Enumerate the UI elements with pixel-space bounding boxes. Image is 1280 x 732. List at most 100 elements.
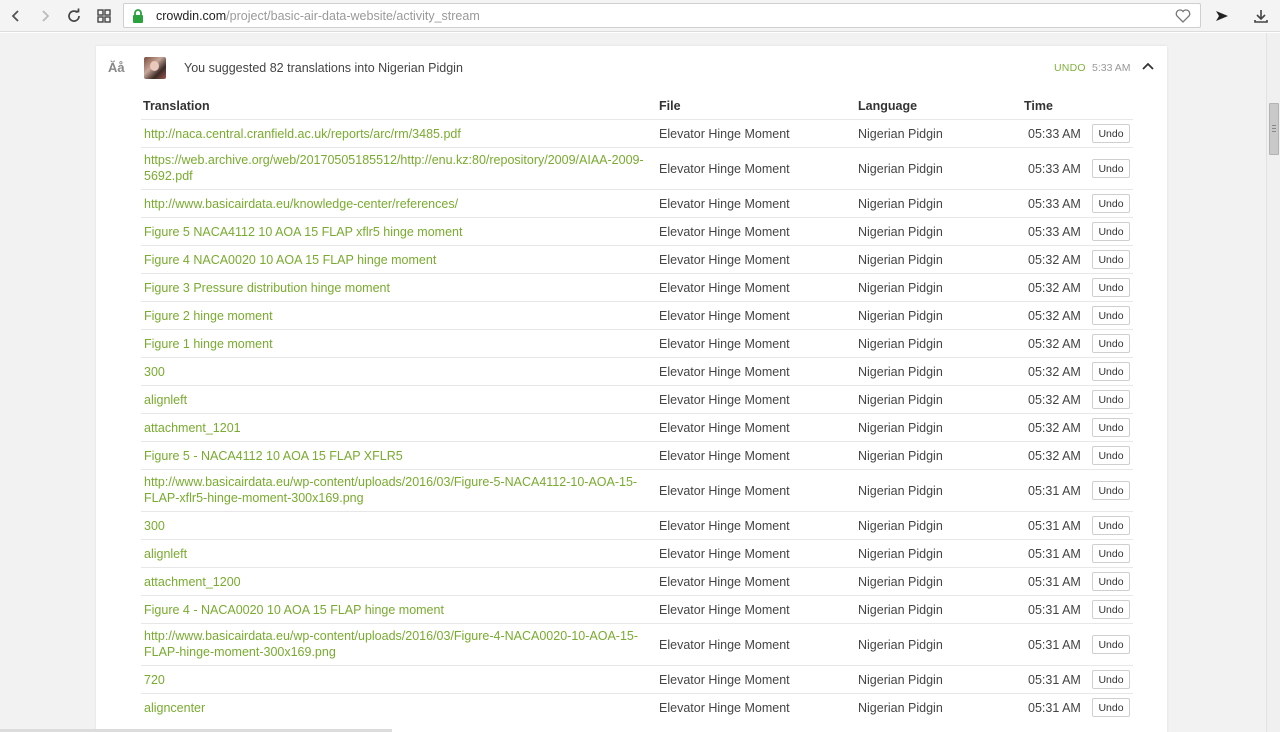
undo-button[interactable]: Undo xyxy=(1092,334,1130,353)
translation-link[interactable]: Figure 2 hinge moment xyxy=(144,308,644,324)
translation-icon: Ăå xyxy=(108,60,125,75)
language-cell: Nigerian Pidgin xyxy=(858,638,943,652)
language-cell: Nigerian Pidgin xyxy=(858,197,943,211)
file-cell: Elevator Hinge Moment xyxy=(659,701,790,715)
avatar xyxy=(144,57,166,79)
lock-icon xyxy=(133,9,143,23)
undo-button[interactable]: Undo xyxy=(1092,159,1130,178)
table-row: 300 Elevator Hinge Moment Nigerian Pidgin 0… xyxy=(141,357,1133,385)
translation-link[interactable]: Figure 5 - NACA4112 10 AOA 15 FLAP XFLR5 xyxy=(144,448,644,464)
translation-link[interactable]: Figure 4 NACA0020 10 AOA 15 FLAP hinge m… xyxy=(144,252,644,268)
file-cell: Elevator Hinge Moment xyxy=(659,197,790,211)
heart-icon[interactable] xyxy=(1174,7,1192,25)
translation-link[interactable]: http://naca.central.cranfield.ac.uk/repo… xyxy=(144,126,644,142)
translation-link[interactable]: 300 xyxy=(144,518,644,534)
time-cell: 05:32 AM xyxy=(1028,281,1081,295)
table-row: http://naca.central.cranfield.ac.uk/repo… xyxy=(141,119,1133,147)
undo-button[interactable]: Undo xyxy=(1092,362,1130,381)
translation-link[interactable]: Figure 1 hinge moment xyxy=(144,336,644,352)
translation-link[interactable]: attachment_1200 xyxy=(144,574,644,590)
undo-button[interactable]: Undo xyxy=(1092,572,1130,591)
table-row: Figure 5 NACA4112 10 AOA 15 FLAP xflr5 h… xyxy=(141,217,1133,245)
col-header-translation: Translation xyxy=(143,99,210,113)
vertical-scrollbar[interactable] xyxy=(1266,33,1280,732)
file-cell: Elevator Hinge Moment xyxy=(659,484,790,498)
scrollbar-thumb[interactable] xyxy=(1269,103,1279,155)
undo-button[interactable]: Undo xyxy=(1092,516,1130,535)
time-cell: 05:31 AM xyxy=(1028,603,1081,617)
time-cell: 05:32 AM xyxy=(1028,449,1081,463)
reload-icon[interactable] xyxy=(62,4,86,28)
time-cell: 05:33 AM xyxy=(1028,127,1081,141)
time-cell: 05:33 AM xyxy=(1028,197,1081,211)
undo-button[interactable]: Undo xyxy=(1092,418,1130,437)
language-cell: Nigerian Pidgin xyxy=(858,519,943,533)
file-cell: Elevator Hinge Moment xyxy=(659,337,790,351)
back-icon[interactable] xyxy=(4,4,28,28)
file-cell: Elevator Hinge Moment xyxy=(659,575,790,589)
table-row: http://www.basicairdata.eu/wp-content/up… xyxy=(141,623,1133,665)
language-cell: Nigerian Pidgin xyxy=(858,337,943,351)
undo-button[interactable]: Undo xyxy=(1092,600,1130,619)
language-cell: Nigerian Pidgin xyxy=(858,421,943,435)
browser-toolbar: crowdin.com/project/basic-air-data-websi… xyxy=(0,0,1280,32)
undo-button[interactable]: Undo xyxy=(1092,698,1130,717)
translation-link[interactable]: alignleft xyxy=(144,392,644,408)
translation-link[interactable]: http://www.basicairdata.eu/knowledge-cen… xyxy=(144,196,644,212)
undo-button[interactable]: Undo xyxy=(1092,278,1130,297)
translation-link[interactable]: alignleft xyxy=(144,546,644,562)
undo-button[interactable]: Undo xyxy=(1092,306,1130,325)
file-cell: Elevator Hinge Moment xyxy=(659,519,790,533)
translation-link[interactable]: Figure 3 Pressure distribution hinge mom… xyxy=(144,280,644,296)
undo-button[interactable]: Undo xyxy=(1092,124,1130,143)
flow-icon[interactable] xyxy=(1210,4,1234,28)
undo-button[interactable]: Undo xyxy=(1092,194,1130,213)
time-cell: 05:32 AM xyxy=(1028,309,1081,323)
language-cell: Nigerian Pidgin xyxy=(858,547,943,561)
translation-link[interactable]: http://www.basicairdata.eu/wp-content/up… xyxy=(144,474,644,506)
download-icon[interactable] xyxy=(1249,4,1273,28)
file-cell: Elevator Hinge Moment xyxy=(659,162,790,176)
table-row: Figure 1 hinge moment Elevator Hinge Mome… xyxy=(141,329,1133,357)
translation-link[interactable]: Figure 5 NACA4112 10 AOA 15 FLAP xflr5 h… xyxy=(144,224,644,240)
address-bar[interactable]: crowdin.com/project/basic-air-data-websi… xyxy=(123,3,1201,28)
table-header: Translation File Language Time xyxy=(143,99,1133,115)
language-cell: Nigerian Pidgin xyxy=(858,484,943,498)
translation-link[interactable]: Figure 4 - NACA0020 10 AOA 15 FLAP hinge… xyxy=(144,602,644,618)
translation-link[interactable]: 300 xyxy=(144,364,644,380)
url-text: crowdin.com/project/basic-air-data-websi… xyxy=(156,9,480,23)
undo-button[interactable]: Undo xyxy=(1092,670,1130,689)
table-row: 720 Elevator Hinge Moment Nigerian Pidgin 0… xyxy=(141,665,1133,693)
language-cell: Nigerian Pidgin xyxy=(858,673,943,687)
time-cell: 05:31 AM xyxy=(1028,519,1081,533)
undo-button[interactable]: Undo xyxy=(1092,544,1130,563)
translation-link[interactable]: 720 xyxy=(144,672,644,688)
time-cell: 05:33 AM xyxy=(1028,225,1081,239)
table-row: Figure 2 hinge moment Elevator Hinge Mome… xyxy=(141,301,1133,329)
translation-link[interactable]: http://www.basicairdata.eu/wp-content/up… xyxy=(144,628,644,660)
time-cell: 05:32 AM xyxy=(1028,365,1081,379)
undo-button[interactable]: Undo xyxy=(1092,250,1130,269)
chevron-up-icon[interactable] xyxy=(1141,60,1155,72)
time-cell: 05:32 AM xyxy=(1028,337,1081,351)
undo-button[interactable]: Undo xyxy=(1092,635,1130,654)
translation-link[interactable]: aligncenter xyxy=(144,700,644,716)
time-cell: 05:31 AM xyxy=(1028,701,1081,715)
activity-time: 5:33 AM xyxy=(1092,62,1131,74)
translation-link[interactable]: attachment_1201 xyxy=(144,420,644,436)
time-cell: 05:31 AM xyxy=(1028,575,1081,589)
undo-button[interactable]: Undo xyxy=(1092,390,1130,409)
undo-all-link[interactable]: UNDO xyxy=(1054,62,1086,74)
language-cell: Nigerian Pidgin xyxy=(858,162,943,176)
translation-link[interactable]: https://web.archive.org/web/201705051855… xyxy=(144,152,644,184)
forward-icon[interactable] xyxy=(33,4,57,28)
undo-button[interactable]: Undo xyxy=(1092,446,1130,465)
table-row: Figure 3 Pressure distribution hinge mom… xyxy=(141,273,1133,301)
speed-dial-icon[interactable] xyxy=(92,4,116,28)
time-cell: 05:31 AM xyxy=(1028,673,1081,687)
undo-button[interactable]: Undo xyxy=(1092,481,1130,500)
file-cell: Elevator Hinge Moment xyxy=(659,393,790,407)
undo-button[interactable]: Undo xyxy=(1092,222,1130,241)
url-domain: crowdin.com xyxy=(156,9,227,23)
language-cell: Nigerian Pidgin xyxy=(858,281,943,295)
